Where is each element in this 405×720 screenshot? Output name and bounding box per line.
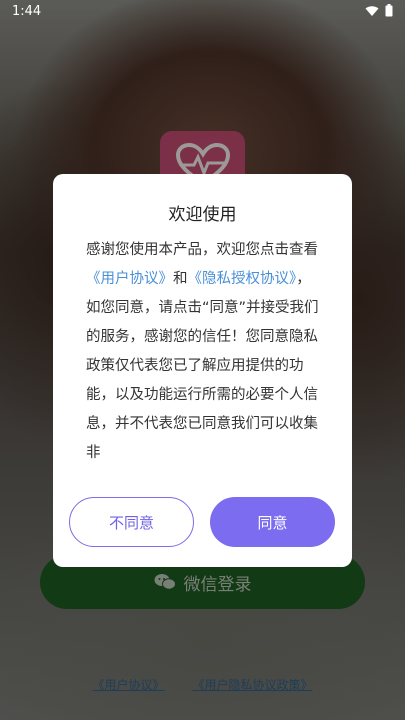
welcome-dialog: 欢迎使用 感谢您使用本产品，欢迎您点击查看《用户协议》和《隐私授权协议》，如您同… bbox=[53, 174, 352, 567]
disagree-button[interactable]: 不同意 bbox=[69, 497, 194, 547]
status-time: 1:44 bbox=[12, 4, 42, 19]
privacy-authorization-link[interactable]: 《隐私授权协议》 bbox=[188, 271, 297, 287]
body-text-3: ，如您同意，请点击“同意”并接受我们的服务，感谢您的信任！您同意隐私政策仅代表您… bbox=[86, 271, 319, 461]
dialog-title: 欢迎使用 bbox=[168, 205, 237, 225]
status-icons bbox=[365, 4, 393, 17]
wifi-icon bbox=[365, 5, 379, 17]
battery-icon bbox=[385, 4, 393, 17]
body-text-2: 和 bbox=[173, 271, 188, 287]
status-bar: 1:44 bbox=[0, 0, 405, 24]
body-text-1: 感谢您使用本产品，欢迎您点击查看 bbox=[86, 242, 318, 258]
dialog-body: 感谢您使用本产品，欢迎您点击查看《用户协议》和《隐私授权协议》，如您同意，请点击… bbox=[86, 236, 321, 478]
agree-button[interactable]: 同意 bbox=[210, 497, 335, 547]
user-agreement-link-inline[interactable]: 《用户协议》 bbox=[86, 271, 173, 287]
